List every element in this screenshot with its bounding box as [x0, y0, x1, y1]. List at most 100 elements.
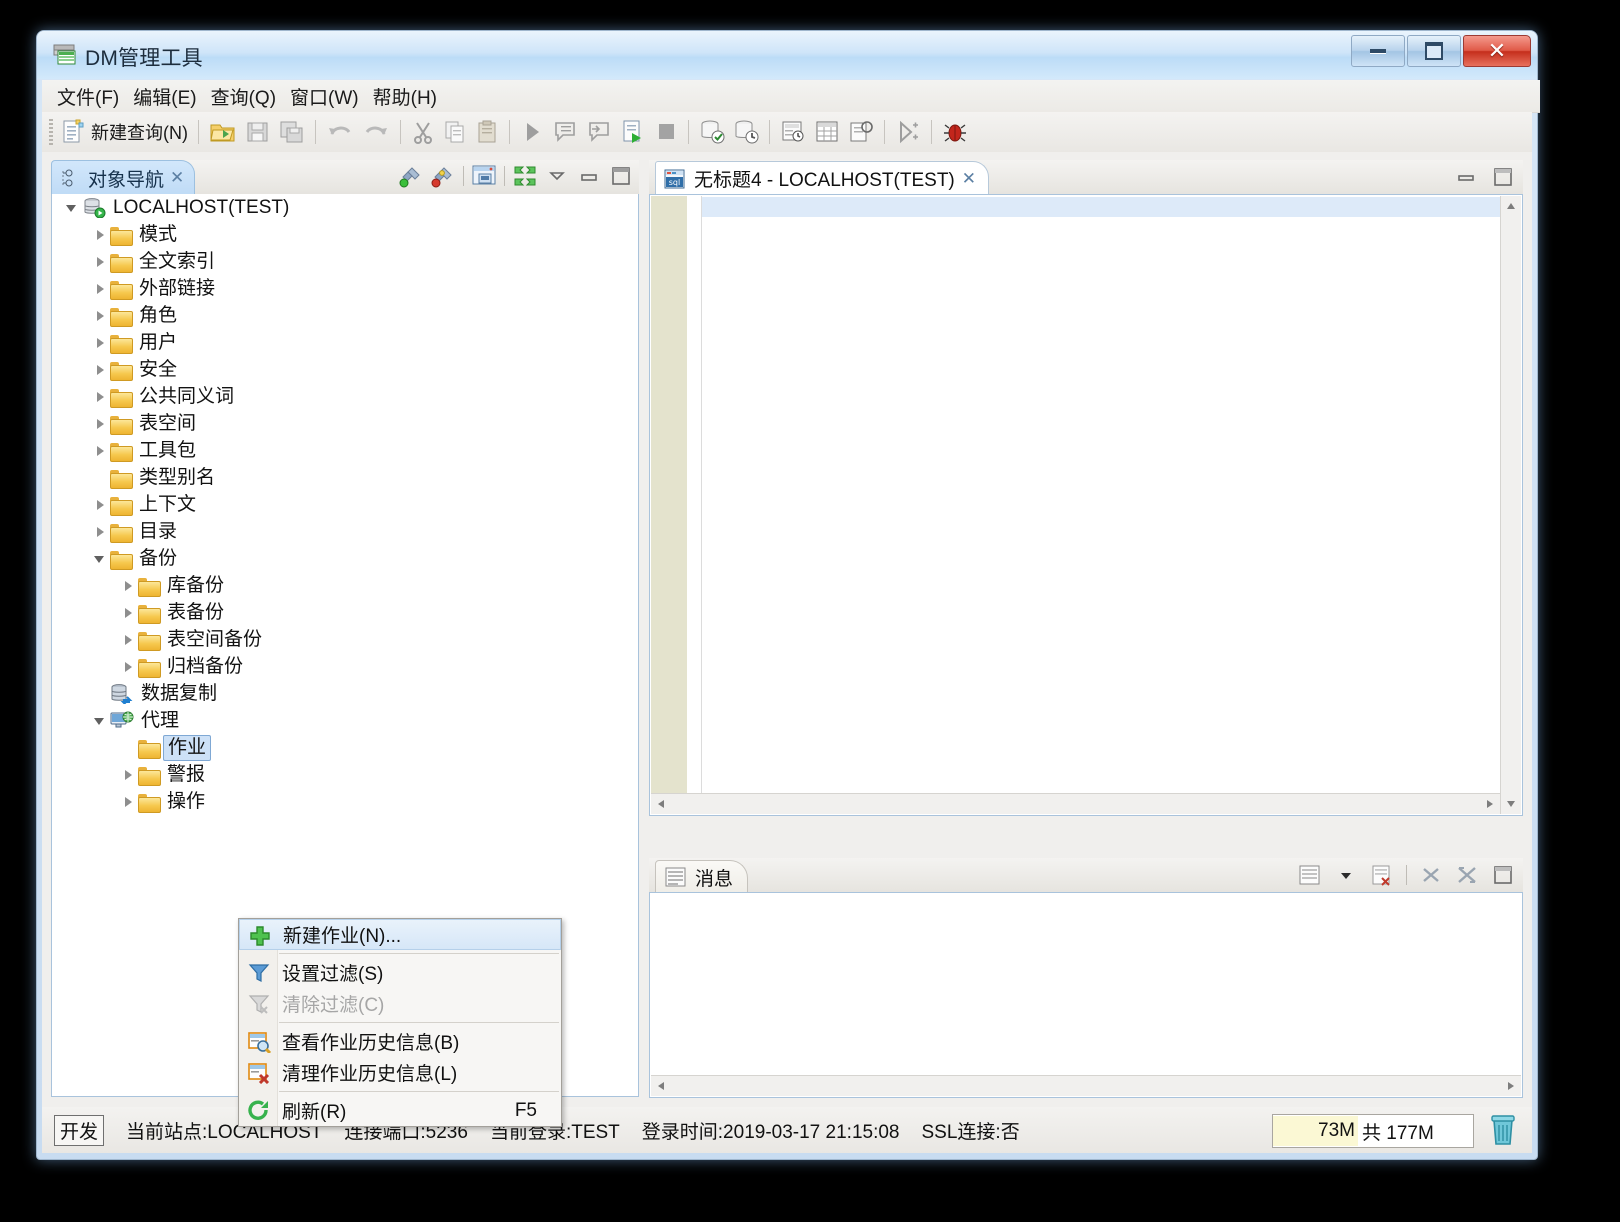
tree-node[interactable]: 表空间 — [52, 410, 638, 437]
messages-close-icon[interactable] — [1417, 862, 1445, 888]
chevron-right-icon[interactable] — [92, 281, 108, 297]
context-menu-item[interactable]: 清理作业历史信息(L) — [239, 1057, 561, 1088]
tree-node[interactable]: 目录 — [52, 518, 638, 545]
tree-node[interactable]: 库备份 — [52, 572, 638, 599]
panel-minimize-icon[interactable] — [575, 163, 603, 189]
messages-surface[interactable] — [649, 892, 1523, 1098]
tree-node[interactable]: 上下文 — [52, 491, 638, 518]
undo-button[interactable] — [322, 115, 358, 149]
execute-button[interactable] — [516, 115, 548, 149]
menu-window[interactable]: 窗口(W) — [283, 80, 366, 113]
chevron-right-icon[interactable] — [92, 308, 108, 324]
trash-icon[interactable] — [1488, 1113, 1518, 1147]
tree-node[interactable]: 外部链接 — [52, 275, 638, 302]
grid-button[interactable] — [810, 115, 844, 149]
chevron-right-icon[interactable] — [92, 335, 108, 351]
menu-file[interactable]: 文件(F) — [50, 80, 126, 113]
chevron-down-icon[interactable] — [92, 551, 108, 567]
tree-node[interactable]: 模式 — [52, 221, 638, 248]
tree-node[interactable]: 备份 — [52, 545, 638, 572]
save-all-button[interactable] — [275, 115, 309, 149]
tree-node[interactable]: 公共同义词 — [52, 383, 638, 410]
messages-maximize-icon[interactable] — [1489, 862, 1517, 888]
maximize-button[interactable] — [1407, 35, 1461, 67]
disconnect-icon[interactable] — [429, 163, 457, 189]
context-menu-item[interactable]: 查看作业历史信息(B) — [239, 1026, 561, 1057]
sql-editor-surface[interactable] — [649, 194, 1523, 816]
chevron-down-icon[interactable] — [92, 713, 108, 729]
tree-node[interactable]: 操作 — [52, 788, 638, 815]
collapse-all-icon[interactable] — [511, 163, 539, 189]
chevron-right-icon[interactable] — [120, 767, 136, 783]
tree-node[interactable]: 安全 — [52, 356, 638, 383]
tree-node[interactable]: 类型别名 — [52, 464, 638, 491]
new-query-button[interactable]: 新建查询(N) — [58, 115, 192, 149]
messages-horizontal-scrollbar[interactable] — [651, 1075, 1521, 1096]
commit-button[interactable] — [695, 115, 729, 149]
chevron-right-icon[interactable] — [92, 362, 108, 378]
clear-icon[interactable] — [1368, 862, 1396, 888]
explain-button[interactable] — [844, 115, 878, 149]
chevron-right-icon[interactable] — [92, 254, 108, 270]
chevron-right-icon[interactable] — [120, 605, 136, 621]
chevron-right-icon[interactable] — [120, 632, 136, 648]
close-icon[interactable]: ✕ — [962, 169, 976, 189]
tab-object-navigator[interactable]: 对象导航 ✕ — [51, 160, 196, 195]
chevron-right-icon[interactable] — [92, 389, 108, 405]
scroll-right-icon[interactable] — [1480, 794, 1500, 814]
editor-maximize-icon[interactable] — [1489, 164, 1517, 190]
paste-button[interactable] — [471, 115, 503, 149]
connect-icon[interactable] — [397, 163, 425, 189]
close-button[interactable]: ✕ — [1463, 35, 1531, 67]
tree-node[interactable]: LOCALHOST(TEST) — [52, 194, 638, 221]
chevron-right-icon[interactable] — [120, 578, 136, 594]
context-menu-item[interactable]: 刷新(R) F5 — [239, 1095, 561, 1126]
panel-maximize-icon[interactable] — [607, 163, 635, 189]
window-titlebar[interactable]: DM管理工具 ✕ — [37, 31, 1537, 79]
tree-node[interactable]: 工具包 — [52, 437, 638, 464]
tab-messages[interactable]: 消息 — [655, 860, 749, 893]
debug-button[interactable] — [938, 115, 972, 149]
menu-help[interactable]: 帮助(H) — [366, 80, 444, 113]
rollback-button[interactable] — [729, 115, 763, 149]
chevron-right-icon[interactable] — [92, 227, 108, 243]
tree-node[interactable]: 角色 — [52, 302, 638, 329]
chevron-right-icon[interactable] — [92, 497, 108, 513]
view-menu-icon[interactable] — [543, 163, 571, 189]
chevron-right-icon[interactable] — [92, 443, 108, 459]
scroll-down-icon[interactable] — [1501, 794, 1521, 814]
editor-minimize-icon[interactable] — [1452, 164, 1480, 190]
redo-button[interactable] — [358, 115, 394, 149]
tree-node[interactable]: 用户 — [52, 329, 638, 356]
open-file-button[interactable] — [205, 115, 241, 149]
menu-edit[interactable]: 编辑(E) — [126, 80, 203, 113]
scroll-left-icon[interactable] — [651, 794, 671, 814]
tree-node[interactable]: 作业 — [52, 734, 638, 761]
job-context-menu[interactable]: 新建作业(N)... 设置过滤(S) 清除过滤(C) 查看作业历史信息(B) 清理作业历… — [238, 918, 562, 1127]
dropdown-icon[interactable] — [1332, 862, 1360, 888]
execute-uncomment-button[interactable] — [582, 115, 616, 149]
messages-scroll-right-icon[interactable] — [1501, 1076, 1521, 1096]
minimize-button[interactable] — [1351, 35, 1405, 67]
copy-button[interactable] — [439, 115, 471, 149]
tree-node[interactable]: 代理 — [52, 707, 638, 734]
tree-node[interactable]: 表备份 — [52, 599, 638, 626]
editor-horizontal-scrollbar[interactable] — [651, 793, 1500, 814]
chevron-right-icon[interactable] — [120, 794, 136, 810]
tree-node[interactable]: 警报 — [52, 761, 638, 788]
select-view-icon[interactable] — [1296, 862, 1324, 888]
chevron-down-icon[interactable] — [64, 200, 80, 216]
tree-node[interactable]: 表空间备份 — [52, 626, 638, 653]
chevron-right-icon[interactable] — [92, 416, 108, 432]
chevron-right-icon[interactable] — [120, 659, 136, 675]
trace-button[interactable] — [891, 115, 925, 149]
execute-script-button[interactable] — [616, 115, 650, 149]
new-window-icon[interactable] — [470, 163, 498, 189]
memory-indicator[interactable]: 73M 共 177M — [1272, 1114, 1474, 1148]
history-button[interactable] — [776, 115, 810, 149]
chevron-right-icon[interactable] — [92, 524, 108, 540]
stop-button[interactable] — [650, 115, 682, 149]
editor-vertical-scrollbar[interactable] — [1500, 196, 1521, 814]
messages-scroll-left-icon[interactable] — [651, 1076, 671, 1096]
tree-node[interactable]: 数据复制 — [52, 680, 638, 707]
